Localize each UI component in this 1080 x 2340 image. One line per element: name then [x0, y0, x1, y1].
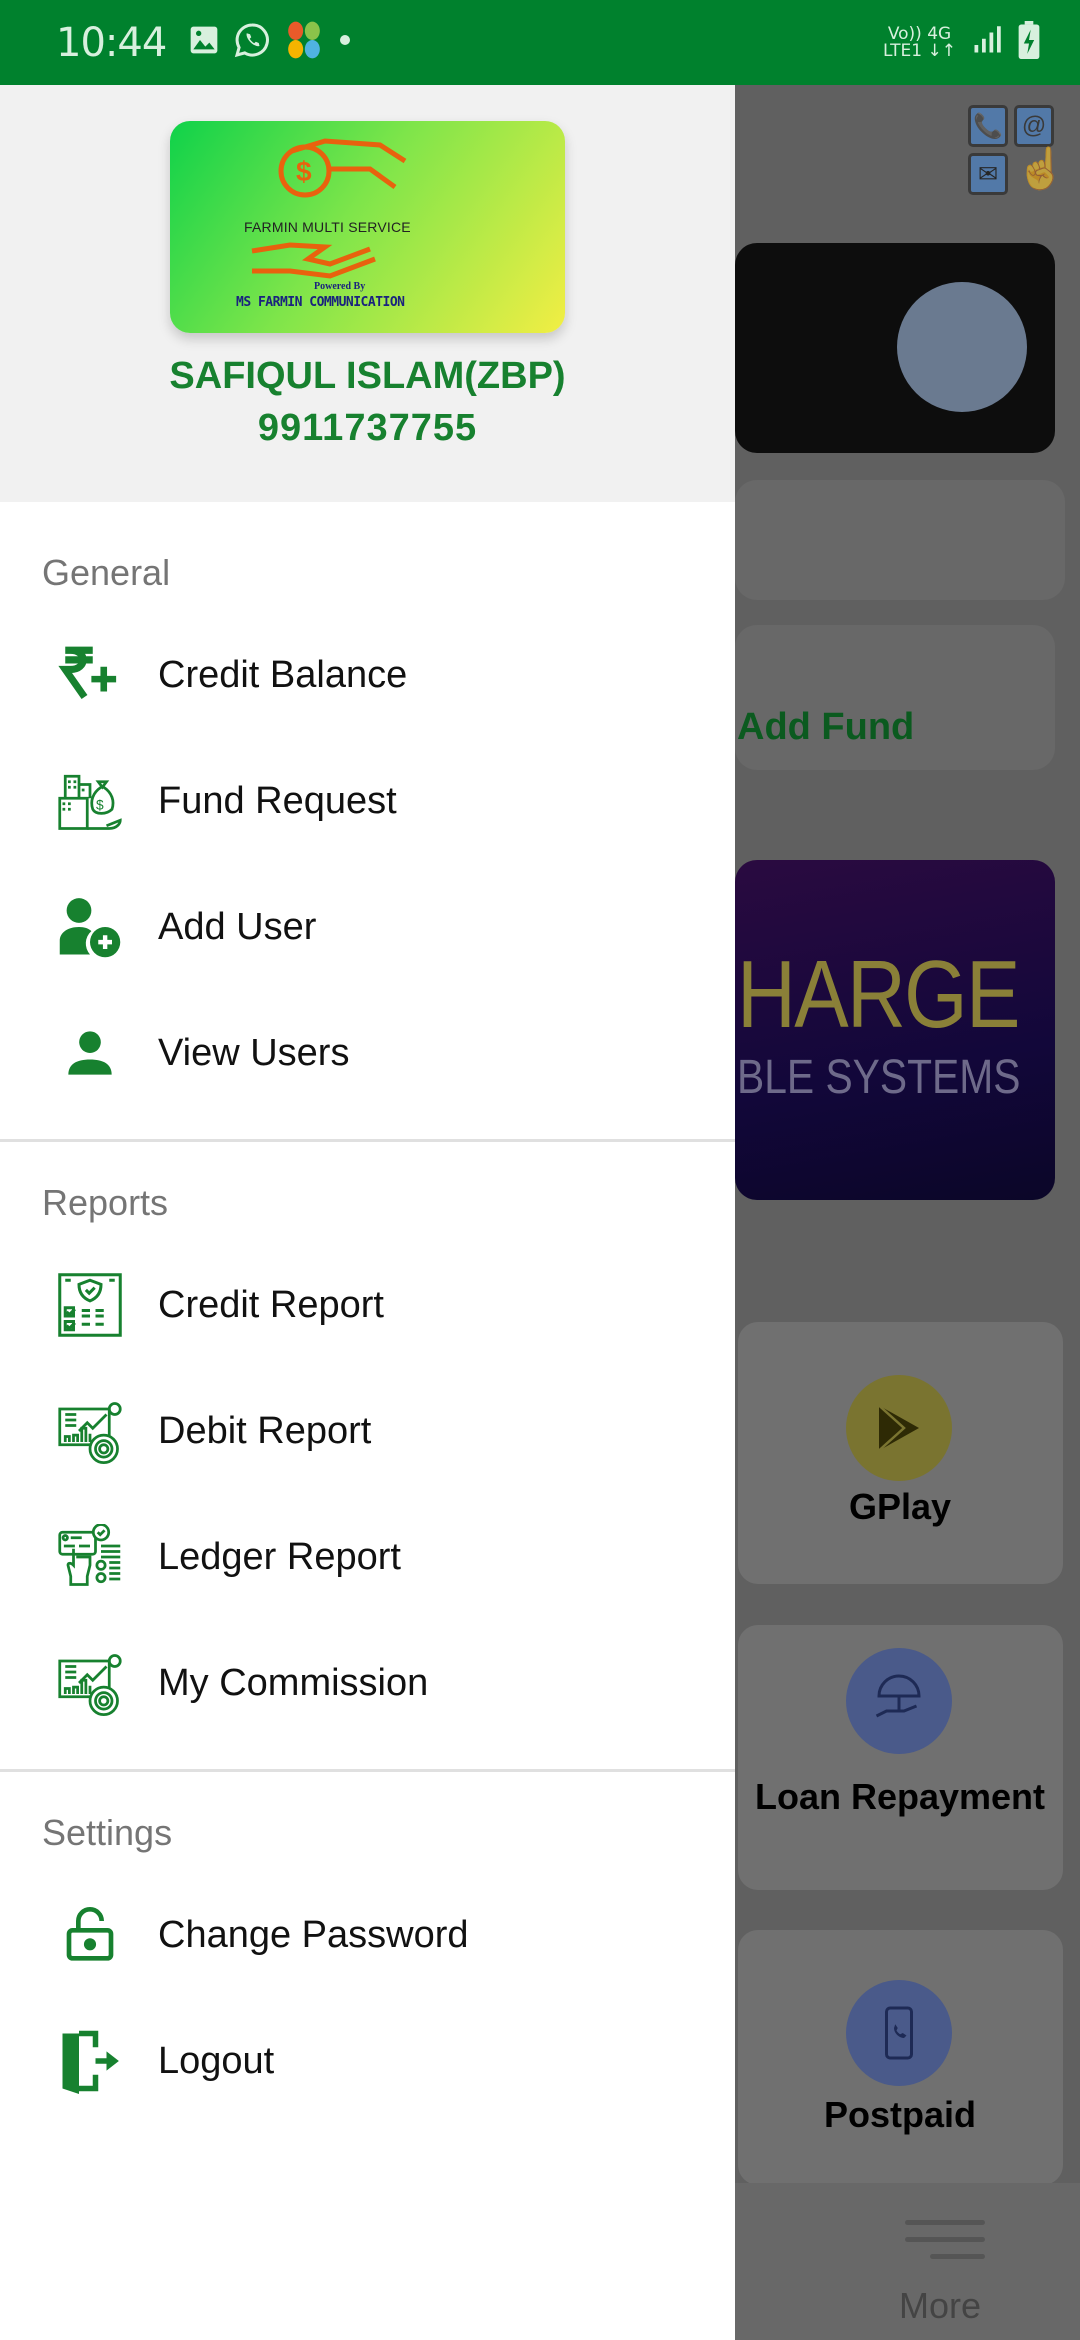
menu-item-credit-report[interactable]: Credit Report [0, 1242, 735, 1368]
menu-label: Ledger Report [158, 1535, 401, 1578]
logo-company: MS FARMIN COMMUNICATION [236, 295, 405, 310]
contact-us-icon[interactable]: 📞 @ ✉ ☝ [968, 105, 1066, 197]
ledger-report-icon [52, 1519, 128, 1595]
status-time: 10:44 [56, 19, 167, 66]
menu-item-debit-report[interactable]: Debit Report [0, 1368, 735, 1494]
profile-avatar[interactable] [897, 282, 1027, 412]
menu-item-change-password[interactable]: Change Password [0, 1872, 735, 1998]
section-title-general: General [42, 552, 171, 593]
menu-label: Change Password [158, 1913, 469, 1956]
postpaid-label: Postpaid [823, 2094, 976, 2135]
menu-label: Credit Balance [158, 653, 408, 696]
add-user-icon [52, 889, 128, 965]
network-indicator: Vo)) 4G LTE1 ↓↑ [883, 23, 956, 61]
loan-umbrella-icon [846, 1648, 952, 1754]
analytics-report-icon [52, 1645, 128, 1721]
unlock-icon [52, 1897, 128, 1973]
section-title-reports: Reports [42, 1182, 169, 1223]
menu-item-my-commission[interactable]: My Commission [0, 1620, 735, 1746]
wallet-card-dim [735, 480, 1065, 600]
gplay-label: GPlay [848, 1486, 952, 1527]
menu-item-fund-request[interactable]: $ Fund Request [0, 738, 735, 864]
menu-label: My Commission [158, 1661, 429, 1704]
menu-item-view-users[interactable]: View Users [0, 990, 735, 1116]
more-nav-label[interactable]: More [899, 2285, 981, 2327]
menu-item-logout[interactable]: Logout [0, 1998, 735, 2124]
user-icon [52, 1015, 128, 1091]
gallery-icon [188, 24, 220, 61]
whatsapp-icon [234, 22, 270, 63]
more-menu-icon[interactable] [905, 2220, 985, 2271]
section-title-settings: Settings [42, 1812, 173, 1853]
google-play-icon [846, 1375, 952, 1481]
svg-text:$: $ [96, 797, 104, 812]
menu-label: Add User [158, 905, 317, 948]
logout-icon [52, 2023, 128, 2099]
menu-label: Debit Report [158, 1409, 372, 1452]
signal-icon [972, 25, 1002, 60]
app-flower-icon [284, 20, 324, 65]
menu-label: View Users [158, 1031, 350, 1074]
menu-label: Credit Report [158, 1283, 384, 1326]
logo-powered-by: Powered By [314, 281, 366, 292]
drawer-header: $ FARMIN MULTI SERVICE Powered By MS FAR… [0, 85, 735, 502]
user-phone: 9911737755 [257, 407, 478, 449]
dot-icon [338, 33, 352, 52]
add-fund-label[interactable]: Add Fund [737, 706, 914, 749]
fund-request-icon: $ [52, 763, 128, 839]
loan-repayment-label: Loan Repayment [754, 1776, 1046, 1817]
status-bar: 10:44 Vo)) 4G LTE1 ↓↑ [0, 0, 1080, 85]
credit-report-icon [52, 1267, 128, 1343]
menu-label: Fund Request [158, 779, 397, 822]
rupee-plus-icon [52, 637, 128, 713]
analytics-report-icon [52, 1393, 128, 1469]
navigation-drawer: $ FARMIN MULTI SERVICE Powered By MS FAR… [0, 85, 735, 2340]
menu-item-ledger-report[interactable]: Ledger Report [0, 1494, 735, 1620]
brand-logo: $ FARMIN MULTI SERVICE Powered By MS FAR… [170, 121, 565, 333]
logo-title: FARMIN MULTI SERVICE [244, 219, 411, 235]
banner-title-dim: HARGE [737, 941, 1020, 1048]
menu-label: Logout [158, 2039, 275, 2082]
user-name: SAFIQUL ISLAM(ZBP) [169, 355, 566, 397]
banner-subtitle-dim: BLE SYSTEMS [737, 1051, 1021, 1104]
menu-item-add-user[interactable]: Add User [0, 864, 735, 990]
network-top-text: Vo)) 4G [887, 23, 952, 44]
battery-charging-icon [1018, 21, 1040, 64]
postpaid-phone-icon [846, 1980, 952, 2086]
network-bottom-text: LTE1 ↓↑ [883, 40, 956, 61]
menu-item-credit-balance[interactable]: Credit Balance [0, 612, 735, 738]
svg-text:$: $ [296, 156, 312, 187]
